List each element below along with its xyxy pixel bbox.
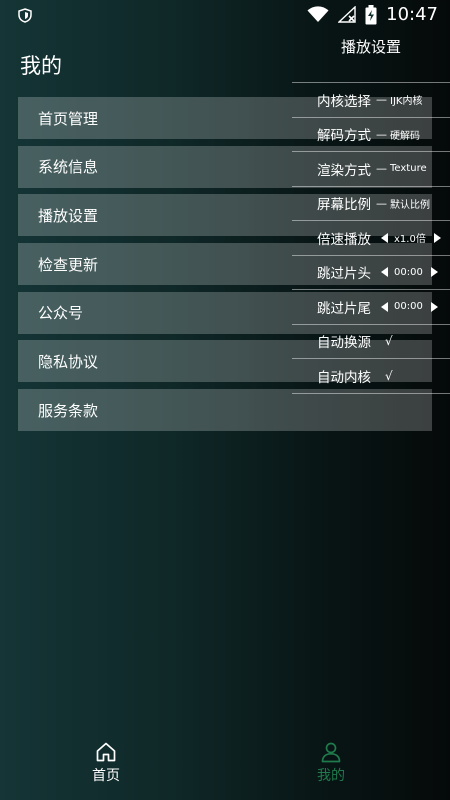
menu-item-label: 公众号 [38,304,84,323]
play-settings-panel: 播放设置 内核选择 — IJK内核 解码方式 — 硬解码 渲染方式 — Text… [292,0,450,408]
setting-value: 00:00 [394,266,423,278]
setting-label: 自动内核 [317,369,371,386]
setting-decode-mode[interactable]: 解码方式 — 硬解码 [292,116,450,152]
nav-label-home: 首页 [92,768,120,784]
increase-arrow-icon[interactable] [430,301,438,312]
setting-label: 渲染方式 [317,162,371,179]
setting-skip-intro: 跳过片头 00:00 [292,254,450,290]
check-mark: √ [385,334,393,349]
play-settings-list: 内核选择 — IJK内核 解码方式 — 硬解码 渲染方式 — Texture 屏… [292,82,450,394]
setting-label: 跳过片尾 [317,300,371,317]
decrease-arrow-icon[interactable] [381,232,388,243]
increase-arrow-icon[interactable] [433,232,441,243]
setting-value: Texture [390,163,427,175]
increase-arrow-icon[interactable] [430,267,438,278]
setting-playback-speed: 倍速播放 x1.0倍 [292,220,450,255]
play-settings-title: 播放设置 [340,38,401,56]
setting-label: 倍速播放 [317,231,371,248]
menu-item-label: 服务条款 [38,401,99,420]
setting-render-mode[interactable]: 渲染方式 — Texture [292,151,450,186]
setting-skip-outro: 跳过片尾 00:00 [292,289,450,324]
menu-item-label: 首页管理 [38,109,99,128]
setting-auto-switch-source[interactable]: 自动换源 √ [292,323,450,359]
setting-label: 内核选择 [317,93,371,110]
setting-screen-ratio[interactable]: 屏幕比例 — 默认比例 [292,185,450,221]
menu-item-label: 系统信息 [38,158,99,177]
bottom-nav: 首页 我的 [0,735,450,800]
shield-icon [18,8,32,23]
setting-value: 硬解码 [390,130,420,142]
setting-separator: — [376,93,387,107]
menu-item-label: 检查更新 [38,255,99,274]
setting-label: 屏幕比例 [317,197,371,214]
menu-item-label: 隐私协议 [38,352,99,371]
setting-label: 跳过片头 [317,266,371,283]
setting-player-core[interactable]: 内核选择 — IJK内核 [292,82,450,117]
home-icon [96,742,116,762]
setting-separator: — [376,162,387,176]
user-icon [321,742,341,763]
nav-item-home[interactable]: 首页 [46,735,166,785]
setting-auto-core[interactable]: 自动内核 √ [292,358,450,394]
setting-value: 默认比例 [390,199,430,211]
setting-separator: — [376,196,387,210]
nav-item-mine[interactable]: 我的 [271,735,391,785]
menu-item-label: 播放设置 [38,206,99,225]
nav-label-mine: 我的 [317,768,345,784]
setting-value: x1.0倍 [394,234,426,246]
decrease-arrow-icon[interactable] [381,267,388,278]
setting-value: IJK内核 [390,96,423,108]
page-title: 我的 [20,54,62,78]
setting-value: 00:00 [394,301,423,313]
setting-label: 自动换源 [317,335,371,352]
decrease-arrow-icon[interactable] [381,301,388,312]
setting-separator: — [376,127,387,141]
setting-label: 解码方式 [317,128,371,145]
check-mark: √ [385,368,393,383]
